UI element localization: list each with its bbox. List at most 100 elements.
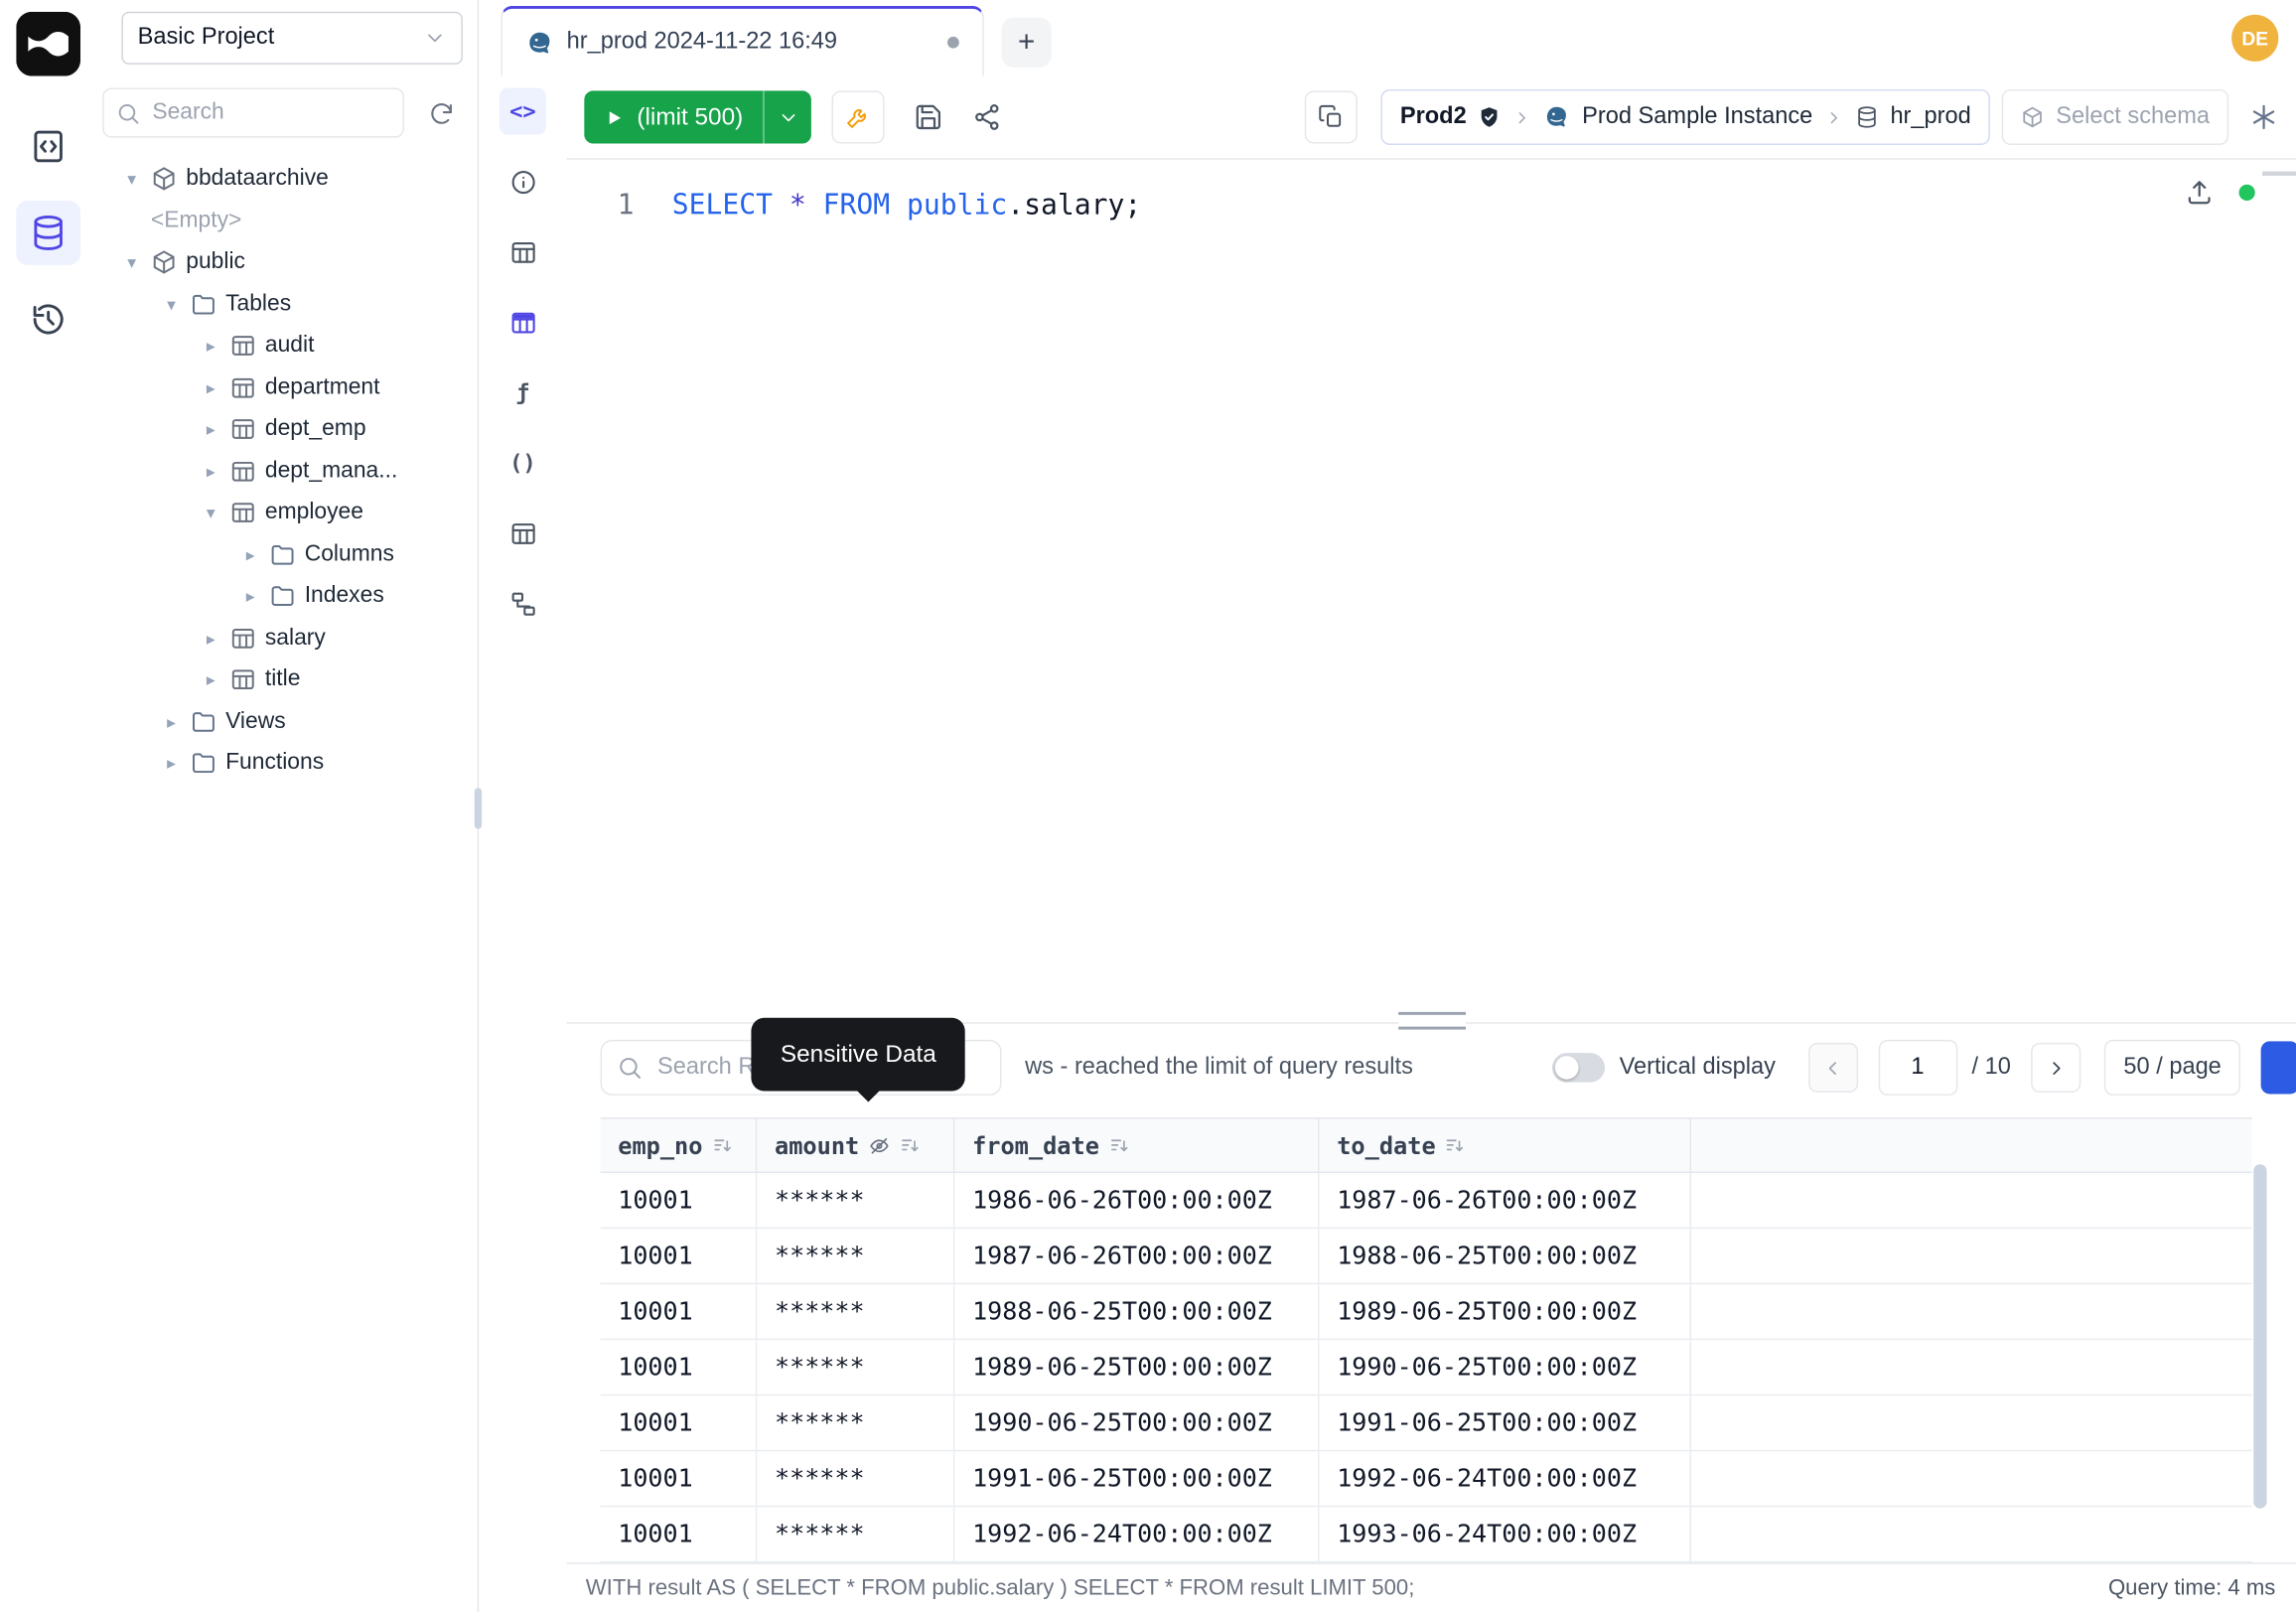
table-row[interactable]: 10001******1986-06-26T00:00:00Z1987-06-2… (601, 1173, 2252, 1229)
strip-item-functions[interactable]: ƒ (500, 369, 546, 416)
table-row[interactable]: 10001******1987-06-26T00:00:00Z1988-06-2… (601, 1229, 2252, 1284)
tree-item[interactable]: ▾ bbdataarchive (95, 158, 478, 200)
tree-item[interactable]: ▸ Indexes (95, 575, 478, 617)
table-cell[interactable]: 10001 (601, 1284, 758, 1340)
rail-item-history[interactable] (15, 287, 79, 352)
table-cell[interactable]: 1988-06-25T00:00:00Z (1320, 1229, 1692, 1284)
page-size-dropdown[interactable]: 50 / page (2104, 1040, 2240, 1096)
table-cell[interactable]: 10001 (601, 1451, 758, 1507)
save-sheet-button[interactable] (915, 102, 943, 131)
table-cell[interactable]: 1987-06-26T00:00:00Z (954, 1229, 1319, 1284)
table-cell[interactable]: 1989-06-25T00:00:00Z (954, 1340, 1319, 1395)
admin-mode-button[interactable] (832, 90, 885, 143)
editor-scrollbar[interactable] (2262, 172, 2296, 176)
table-cell[interactable]: 1986-06-26T00:00:00Z (954, 1173, 1319, 1229)
upload-icon[interactable] (2185, 177, 2214, 206)
tree-item[interactable]: ▸ Views (95, 701, 478, 743)
rail-item-database[interactable] (15, 201, 79, 265)
sort-icon[interactable] (1445, 1134, 1467, 1156)
table-cell[interactable]: ****** (757, 1395, 954, 1451)
tree-item[interactable]: ▾ public (95, 241, 478, 283)
tree-item[interactable]: <Empty> (95, 200, 478, 241)
table-cell[interactable]: 1993-06-24T00:00:00Z (1320, 1507, 1692, 1562)
splitter-grip-icon[interactable] (1397, 1012, 1465, 1030)
table-row[interactable]: 10001******1992-06-24T00:00:00Z1993-06-2… (601, 1507, 2252, 1562)
strip-item-schema-diagram[interactable] (500, 580, 546, 627)
strip-item-procedures[interactable]: () (500, 439, 546, 486)
rail-item-worksheet[interactable] (15, 114, 79, 179)
connection-breadcrumb[interactable]: Prod2 Prod Sample Instance hr_prod (1381, 89, 1990, 145)
table-cell[interactable]: 1992-06-24T00:00:00Z (954, 1507, 1319, 1562)
tree-item[interactable]: ▸ department (95, 367, 478, 408)
clipped-action-button[interactable] (2261, 1041, 2296, 1094)
sidebar-search-input[interactable] (149, 98, 390, 127)
run-query-button[interactable]: (limit 500) (584, 90, 811, 143)
tree-item[interactable]: ▸ salary (95, 618, 478, 660)
current-page-input[interactable]: 1 (1878, 1040, 1957, 1096)
table-cell[interactable]: 1990-06-25T00:00:00Z (954, 1395, 1319, 1451)
table-cell[interactable]: ****** (757, 1451, 954, 1507)
tree-item[interactable]: ▸ dept_emp (95, 408, 478, 450)
user-avatar[interactable]: DE (2231, 15, 2278, 62)
next-page-button[interactable] (2032, 1043, 2081, 1093)
results-scrollbar[interactable] (2253, 1164, 2266, 1509)
table-cell[interactable]: ****** (757, 1340, 954, 1395)
sort-icon[interactable] (899, 1134, 921, 1156)
column-header-to_date[interactable]: to_date (1320, 1119, 1692, 1174)
sort-icon[interactable] (711, 1134, 733, 1156)
table-cell[interactable]: 1992-06-24T00:00:00Z (1320, 1451, 1692, 1507)
tree-item[interactable]: ▾ employee (95, 492, 478, 533)
table-cell[interactable]: ****** (757, 1173, 954, 1229)
table-cell[interactable]: 1990-06-25T00:00:00Z (1320, 1340, 1692, 1395)
refresh-schema-button[interactable] (419, 90, 463, 134)
column-header-amount[interactable]: amount (757, 1119, 954, 1174)
share-sheet-button[interactable] (973, 102, 1002, 131)
table-cell[interactable]: 1991-06-25T00:00:00Z (954, 1451, 1319, 1507)
table-row[interactable]: 10001******1991-06-25T00:00:00Z1992-06-2… (601, 1451, 2252, 1507)
strip-item-tables[interactable] (500, 228, 546, 275)
strip-item-schema-editor[interactable] (500, 299, 546, 346)
tree-item[interactable]: ▸ dept_mana... (95, 450, 478, 492)
shield-icon (1478, 105, 1502, 129)
column-header-from_date[interactable]: from_date (954, 1119, 1319, 1174)
table-cell[interactable]: ****** (757, 1507, 954, 1562)
tree-item[interactable]: ▸ Functions (95, 743, 478, 785)
strip-item-sql-panel[interactable]: <> (500, 87, 546, 134)
run-options-caret[interactable] (764, 90, 812, 143)
column-header-emp_no[interactable]: emp_no (601, 1119, 758, 1174)
table-cell[interactable]: ****** (757, 1284, 954, 1340)
table-cell[interactable]: 10001 (601, 1229, 758, 1284)
tab-active-worksheet[interactable]: hr_prod 2024-11-22 16:49 (501, 6, 984, 76)
strip-item-info[interactable] (500, 158, 546, 205)
chevron-right-icon (1824, 107, 1843, 126)
table-cell[interactable]: 10001 (601, 1340, 758, 1395)
vertical-display-toggle[interactable] (1552, 1053, 1605, 1082)
tree-item[interactable]: ▸ title (95, 660, 478, 701)
new-tab-button[interactable]: + (1002, 18, 1052, 68)
table-cell[interactable]: 1987-06-26T00:00:00Z (1320, 1173, 1692, 1229)
tree-item[interactable]: ▸ audit (95, 325, 478, 367)
sidebar-resize-handle[interactable] (475, 788, 482, 828)
table-cell[interactable]: ****** (757, 1229, 954, 1284)
table-row[interactable]: 10001******1988-06-25T00:00:00Z1989-06-2… (601, 1284, 2252, 1340)
ai-assistant-button[interactable] (2249, 102, 2278, 131)
copy-connection-button[interactable] (1305, 90, 1358, 143)
sort-icon[interactable] (1108, 1134, 1130, 1156)
table-cell[interactable]: 1991-06-25T00:00:00Z (1320, 1395, 1692, 1451)
prev-page-button[interactable] (1807, 1043, 1857, 1093)
strip-item-external-tables[interactable] (500, 510, 546, 556)
sidebar-search[interactable] (102, 87, 404, 137)
grid-body: 10001******1986-06-26T00:00:00Z1987-06-2… (601, 1173, 2252, 1562)
project-selector[interactable]: Basic Project (121, 12, 463, 65)
tree-item[interactable]: ▾ Tables (95, 283, 478, 325)
sql-editor[interactable]: 1 SELECT * FROM public.salary; (567, 160, 2296, 1003)
table-cell[interactable]: 1988-06-25T00:00:00Z (954, 1284, 1319, 1340)
table-row[interactable]: 10001******1990-06-25T00:00:00Z1991-06-2… (601, 1395, 2252, 1451)
table-cell[interactable]: 1989-06-25T00:00:00Z (1320, 1284, 1692, 1340)
table-row[interactable]: 10001******1989-06-25T00:00:00Z1990-06-2… (601, 1340, 2252, 1395)
tree-item[interactable]: ▸ Columns (95, 533, 478, 575)
table-cell[interactable]: 10001 (601, 1395, 758, 1451)
table-cell[interactable]: 10001 (601, 1173, 758, 1229)
select-schema-dropdown[interactable]: Select schema (2002, 89, 2228, 145)
table-cell[interactable]: 10001 (601, 1507, 758, 1562)
